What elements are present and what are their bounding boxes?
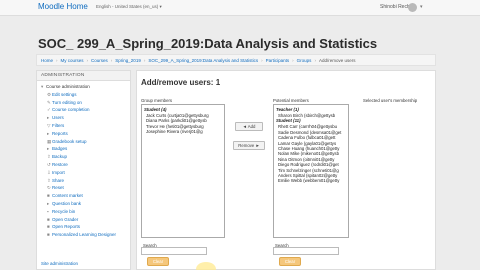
user-menu-name[interactable]: Shinobi Rech (380, 4, 410, 10)
admin-item-open-grader[interactable]: ■ Open Grader (41, 216, 126, 224)
admin-item-label: Open Grader (52, 216, 79, 222)
admin-item-share[interactable]: ⇧Share (41, 177, 126, 185)
breadcrumb-home[interactable]: Home (41, 58, 53, 63)
administration-block: ADMINISTRATION ▾ Course administration ⚙E… (36, 70, 131, 270)
user-menu-caret-icon[interactable]: ▾ (420, 4, 423, 10)
admin-item-gradebook-setup[interactable]: ▦Gradebook setup (41, 138, 126, 146)
breadcrumb-term[interactable]: Spring_2019 (115, 58, 141, 63)
add-button[interactable]: ◄ Add (235, 122, 263, 131)
admin-item-label: Import (52, 169, 65, 175)
breadcrumb-my-courses[interactable]: My courses (61, 58, 84, 63)
administration-heading: ADMINISTRATION (37, 71, 130, 81)
admin-item-filters[interactable]: ▽ Filters (41, 122, 126, 130)
potential-members-clear-button[interactable]: Clear (279, 257, 301, 266)
page-title: SOC_ 299_A_Spring_2019:Data Analysis and… (38, 36, 378, 51)
admin-item-label: Share (52, 177, 65, 183)
admin-item-turn-editing-on[interactable]: ✎Turn editing on (41, 99, 126, 107)
admin-item-import[interactable]: ⇩Import (41, 169, 126, 177)
admin-item-label: Open Reports (52, 224, 81, 230)
main-content: Add/remove users: 1 Group members Potent… (136, 70, 436, 270)
admin-item-backup[interactable]: ⇪Backup (41, 153, 126, 161)
group-members-label: Group members (141, 98, 173, 103)
breadcrumb-separator: › (261, 57, 263, 63)
admin-item-label: Recycle bin (52, 208, 76, 214)
admin-item-label: Content market (52, 193, 83, 199)
administration-list: ▾ Course administration ⚙Edit settings ✎T… (37, 81, 130, 241)
potential-members-label: Potential members (273, 98, 309, 103)
admin-item-recycle-bin[interactable]: ▪ Recycle bin (41, 208, 126, 216)
admin-item-personalized-learning-designer[interactable]: ■ Personalized Learning Designer (41, 231, 126, 239)
admin-item-label: Question bank (52, 200, 82, 206)
admin-item-label: Backup (52, 154, 68, 160)
admin-item-course-administration[interactable]: ▾ Course administration (41, 83, 126, 91)
admin-item-question-bank[interactable]: ▸ Question bank (41, 200, 126, 208)
breadcrumb-participants[interactable]: Participants (266, 58, 290, 63)
admin-item-badges[interactable]: ▸ Badges (41, 145, 126, 153)
admin-item-label: Reports (52, 130, 68, 136)
selected-membership-label: Selected user's membership (363, 98, 418, 103)
admin-item-course-completion[interactable]: ✓Course completion (41, 106, 126, 114)
breadcrumb-separator: › (292, 57, 294, 63)
potential-members-search-input[interactable] (273, 247, 339, 255)
admin-item-label: Users (52, 115, 64, 121)
breadcrumb-separator: › (56, 57, 58, 63)
group-members-select[interactable]: Student (4) Jack Curts (curtja01@gettysb… (141, 104, 225, 238)
admin-item-label: Restore (52, 161, 68, 167)
admin-item-label: Personalized Learning Designer (52, 232, 117, 238)
admin-item-restore[interactable]: ↺Restore (41, 161, 126, 169)
admin-item-label: Edit settings (52, 91, 77, 97)
breadcrumb-separator: › (86, 57, 89, 63)
breadcrumb-course[interactable]: SOC_299_A_Spring_2019:Data Analysis and … (148, 58, 258, 63)
admin-item-label: Badges (52, 146, 68, 152)
admin-item-label: Filters (52, 122, 65, 128)
breadcrumb-current: Add/remove users (318, 57, 356, 63)
admin-item-users[interactable]: ▸ Users (41, 114, 126, 122)
admin-item-reports[interactable]: ▸ Reports (41, 130, 126, 138)
admin-item-edit-settings[interactable]: ⚙Edit settings (41, 91, 126, 99)
breadcrumb-groups[interactable]: Groups (297, 58, 312, 63)
cursor-highlight (196, 262, 216, 270)
breadcrumb-separator: › (143, 57, 146, 63)
admin-item-label: Course completion (52, 107, 90, 113)
top-navbar: Moodle Home English - United States (en_… (0, 0, 480, 16)
breadcrumb-separator: › (314, 57, 316, 63)
breadcrumb: Home › My courses › Courses › Spring_2019 › … (36, 54, 436, 66)
admin-item-label: Reset (52, 185, 64, 191)
group-members-clear-button[interactable]: Clear (147, 257, 169, 266)
potential-option[interactable]: Diego Rodriguez (rodrdi01@get (276, 162, 346, 167)
site-administration-link[interactable]: Site administration (41, 261, 78, 266)
admin-item-label: Turn editing on (52, 99, 82, 105)
admin-item-content-market[interactable]: ■ Content market (41, 192, 126, 200)
potential-option[interactable]: Emilie Webb (webbem01@getty (276, 178, 346, 183)
moodle-home-link[interactable]: Moodle Home (38, 2, 88, 11)
breadcrumb-courses[interactable]: Courses (91, 58, 108, 63)
admin-item-label: Gradebook setup (52, 138, 87, 144)
admin-item-open-reports[interactable]: ■ Open Reports (41, 223, 126, 231)
admin-item-label: Course administration (46, 84, 90, 89)
group-members-search-input[interactable] (141, 247, 207, 255)
potential-members-select[interactable]: Teacher (1) Sharon Birch (sbirch@gettysb… (273, 104, 349, 238)
member-option[interactable]: Josephine Rivera (riverj01@g (144, 129, 222, 134)
language-menu[interactable]: English - United States (en_us) ▾ (96, 4, 162, 10)
remove-button[interactable]: Remove ► (233, 141, 265, 150)
breadcrumb-separator: › (110, 57, 113, 63)
user-avatar[interactable] (408, 3, 417, 12)
section-heading: Add/remove users: 1 (141, 78, 221, 87)
admin-item-reset[interactable]: ↻Reset (41, 184, 126, 192)
